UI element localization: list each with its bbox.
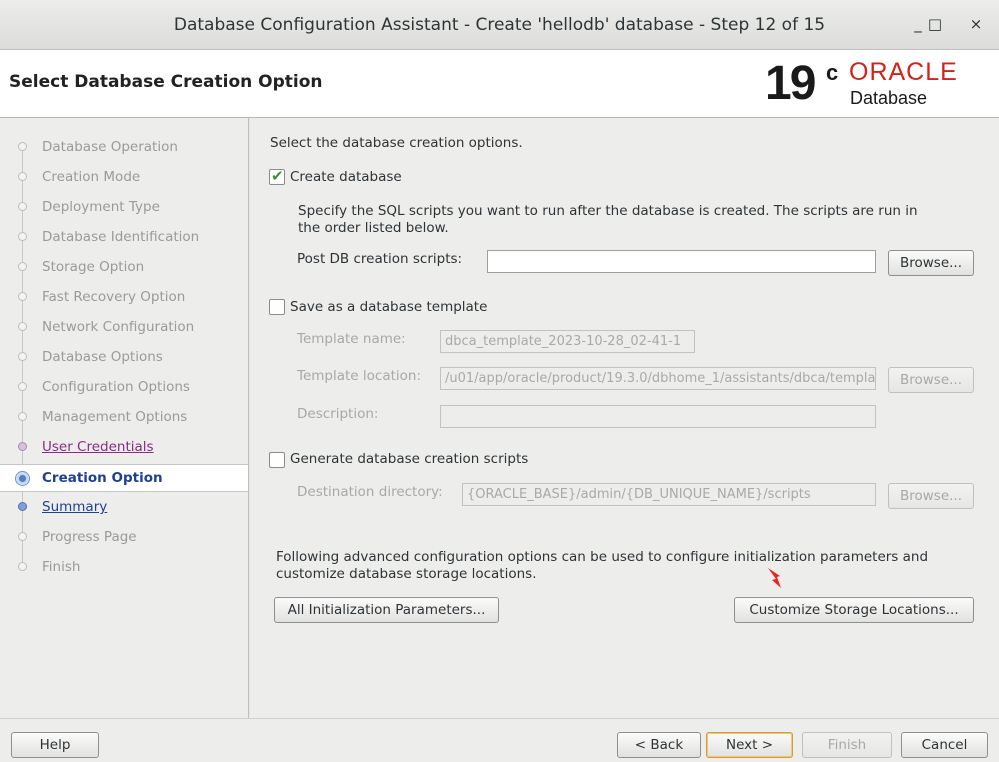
wizard-header: Select Database Creation Option 19 c ORA… (0, 50, 999, 118)
advanced-options-text-2: customize database storage locations. (276, 566, 537, 582)
step-finish: Finish (0, 554, 248, 582)
step-label: Network Configuration (42, 319, 195, 335)
brand-superscript: c (826, 60, 839, 85)
template-name-label: Template name: (297, 331, 406, 347)
create-database-label[interactable]: Create database (290, 169, 402, 185)
customize-storage-locations-button[interactable]: Customize Storage Locations... (734, 597, 974, 623)
main-content: Select the database creation options. ✔ … (250, 118, 999, 718)
generate-scripts-checkbox[interactable] (269, 452, 285, 468)
step-label: Creation Mode (42, 169, 141, 185)
template-location-label: Template location: (297, 368, 422, 384)
step-network-configuration: Network Configuration (0, 314, 248, 342)
steps-sidebar: Database Operation Creation Mode Deploym… (0, 118, 249, 718)
step-dot-icon (18, 262, 27, 271)
step-database-identification: Database Identification (0, 224, 248, 252)
step-label[interactable]: User Credentials (42, 439, 154, 455)
wizard-footer: Help < Back Next > Finish Cancel (0, 718, 999, 762)
page-title: Select Database Creation Option (9, 72, 323, 92)
template-name-input[interactable]: dbca_template_2023-10-28_02-41-1 (440, 330, 695, 353)
step-label: Database Options (42, 349, 163, 365)
step-label: Deployment Type (42, 199, 160, 215)
advanced-options-text: Following advanced configuration options… (276, 549, 929, 565)
back-button[interactable]: < Back (617, 732, 701, 758)
step-dot-icon (18, 412, 27, 421)
create-database-checkbox[interactable]: ✔ (269, 167, 285, 185)
step-database-operation: Database Operation (0, 134, 248, 162)
step-label: Finish (42, 559, 81, 575)
post-scripts-browse-button[interactable]: Browse... (888, 250, 974, 276)
template-location-browse-button[interactable]: Browse... (888, 367, 974, 393)
template-description-input[interactable] (440, 405, 876, 428)
step-label: Creation Option (42, 470, 163, 486)
step-dot-icon (18, 382, 27, 391)
step-dot-icon (18, 172, 27, 181)
step-configuration-options: Configuration Options (0, 374, 248, 402)
step-label: Fast Recovery Option (42, 289, 186, 305)
step-creation-option: Creation Option (0, 464, 248, 492)
step-storage-option: Storage Option (0, 254, 248, 282)
step-label: Database Operation (42, 139, 178, 155)
step-dot-icon (18, 322, 27, 331)
generate-scripts-label[interactable]: Generate database creation scripts (290, 451, 528, 467)
template-description-label: Description: (297, 406, 379, 422)
checkmark-icon: ✔ (271, 167, 284, 185)
step-label: Configuration Options (42, 379, 190, 395)
step-dot-icon (18, 352, 27, 361)
step-database-options: Database Options (0, 344, 248, 372)
post-scripts-description: Specify the SQL scripts you want to run … (298, 203, 918, 219)
destination-directory-input[interactable]: {ORACLE_BASE}/admin/{DB_UNIQUE_NAME}/scr… (462, 483, 876, 506)
post-scripts-description-2: the order listed below. (298, 220, 449, 236)
step-user-credentials[interactable]: User Credentials (0, 434, 248, 462)
step-dot-icon (18, 532, 27, 541)
step-dot-icon (18, 202, 27, 211)
all-initialization-parameters-button[interactable]: All Initialization Parameters... (274, 597, 499, 623)
step-dot-icon (18, 442, 27, 451)
post-scripts-label: Post DB creation scripts: (297, 251, 463, 267)
step-management-options: Management Options (0, 404, 248, 432)
intro-text: Select the database creation options. (270, 135, 523, 151)
brand-name: ORACLE (849, 58, 958, 86)
save-template-checkbox[interactable] (269, 299, 285, 315)
step-label[interactable]: Summary (42, 499, 107, 515)
step-deployment-type: Deployment Type (0, 194, 248, 222)
step-dot-icon (18, 142, 27, 151)
help-button[interactable]: Help (11, 732, 99, 758)
step-dot-icon (18, 292, 27, 301)
save-template-label[interactable]: Save as a database template (290, 299, 487, 315)
next-button[interactable]: Next > (706, 732, 793, 758)
window-titlebar: Database Configuration Assistant - Creat… (0, 0, 999, 50)
finish-button[interactable]: Finish (802, 732, 892, 758)
step-dot-icon (18, 502, 27, 511)
destination-directory-label: Destination directory: (297, 484, 443, 500)
annotation-arrow-icon (768, 568, 781, 588)
step-summary[interactable]: Summary (0, 494, 248, 522)
step-label: Database Identification (42, 229, 200, 245)
brand-product: Database (850, 88, 928, 108)
template-location-input[interactable]: /u01/app/oracle/product/19.3.0/dbhome_1/… (440, 367, 876, 390)
step-fast-recovery-option: Fast Recovery Option (0, 284, 248, 312)
step-label: Storage Option (42, 259, 145, 275)
step-label: Progress Page (42, 529, 137, 545)
maximize-icon[interactable]: □ (925, 14, 945, 34)
cancel-button[interactable]: Cancel (901, 732, 988, 758)
step-dot-icon (18, 562, 27, 571)
window-title: Database Configuration Assistant - Creat… (173, 15, 826, 35)
current-step-icon (15, 471, 30, 486)
destination-browse-button[interactable]: Browse... (888, 483, 974, 509)
step-label: Management Options (42, 409, 188, 425)
close-icon[interactable]: × (966, 14, 986, 34)
step-progress-page: Progress Page (0, 524, 248, 552)
post-scripts-input[interactable] (487, 250, 876, 273)
step-creation-mode: Creation Mode (0, 164, 248, 192)
brand-version: 19 (765, 57, 816, 110)
step-dot-icon (18, 232, 27, 241)
